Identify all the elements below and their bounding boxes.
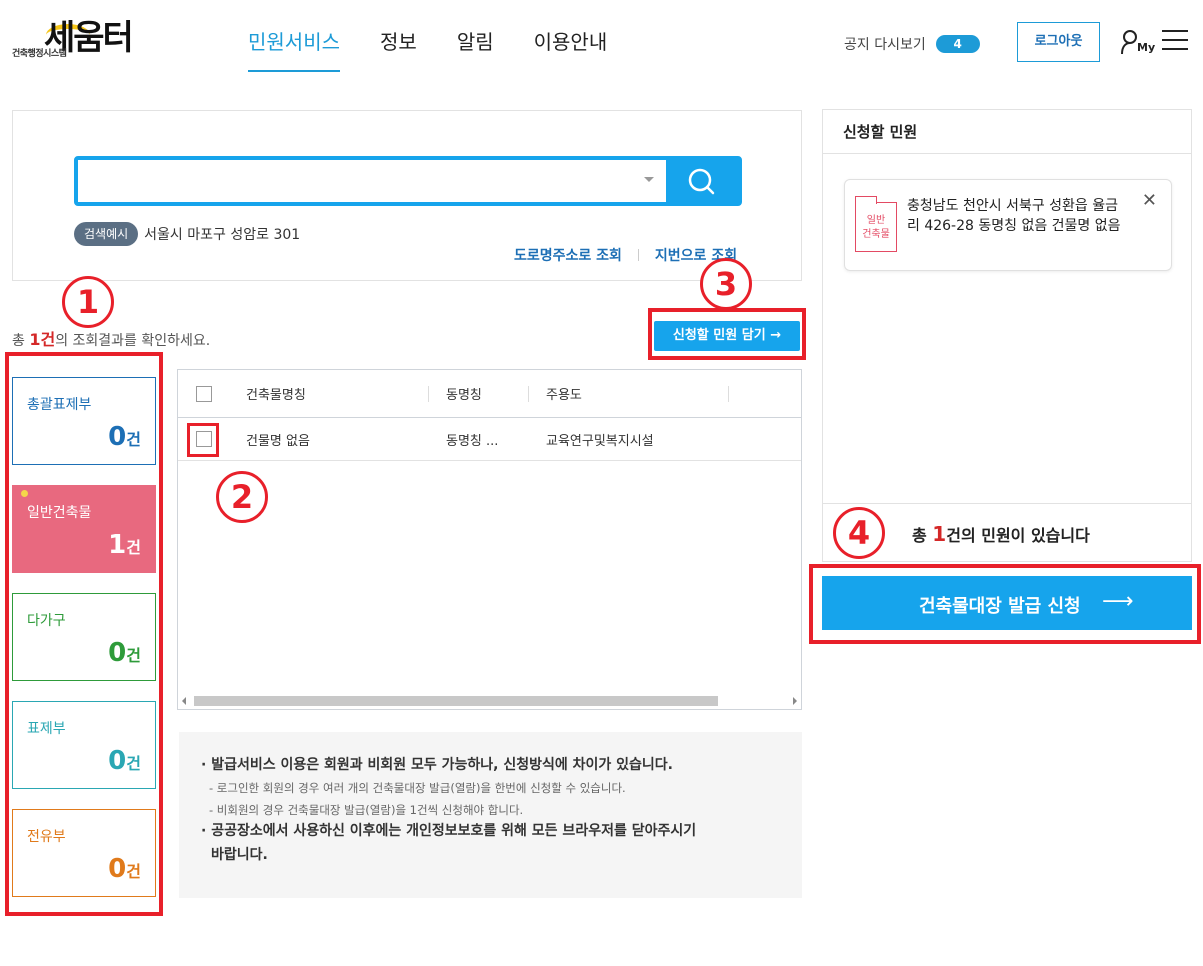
road-address-lookup-link[interactable]: 도로명주소로 조회 <box>514 245 622 265</box>
table-row[interactable]: 건물명 없음 동명칭 ... 교육연구및복지시설 <box>178 418 801 461</box>
apply-total-text: 총 1건의 민원이 있습니다 <box>912 522 1090 546</box>
annotation-number-2: 2 <box>216 471 268 523</box>
nav-info[interactable]: 정보 <box>380 26 417 72</box>
header-building-name: 건축물명칭 <box>246 388 306 403</box>
info-sub-1: - 로그인한 회원의 경우 여러 개의 건축물대장 발급(열람)을 한번에 신청… <box>209 781 626 795</box>
highlight-box-cart-button <box>648 308 806 360</box>
highlight-box-categories <box>5 352 163 916</box>
example-text: 서울시 마포구 성암로 301 <box>144 227 301 243</box>
close-icon[interactable]: ✕ <box>1142 190 1157 211</box>
result-number: 1건 <box>29 330 56 349</box>
request-item-address: 충청남도 천안시 서북구 성환읍 율금리 426-28 동명칭 없음 건물명 없… <box>907 198 1121 234</box>
nav-notice[interactable]: 알림 <box>457 26 494 72</box>
cell-building-name: 건물명 없음 <box>246 433 310 449</box>
logout-button[interactable]: 로그아웃 <box>1017 22 1100 62</box>
my-label: My <box>1137 41 1156 54</box>
select-all-checkbox[interactable] <box>196 385 212 402</box>
horizontal-scrollbar[interactable] <box>178 691 801 709</box>
result-count: 총 1건의 조회결과를 확인하세요. <box>12 326 210 350</box>
info-sub-2: - 비회원의 경우 건축물대장 발급(열람)을 1건씩 신청해야 합니다. <box>209 803 524 817</box>
apply-panel: 신청할 민원 일반 건축물 충청남도 천안시 서북구 성환읍 율금리 426-2… <box>822 109 1192 562</box>
hamburger-menu-icon[interactable] <box>1162 30 1188 52</box>
header-main-use: 주용도 <box>546 388 582 403</box>
search-icon <box>688 168 715 195</box>
cell-main-use: 교육연구및복지시설 <box>546 433 654 449</box>
search-bar <box>74 156 742 206</box>
apply-panel-title: 신청할 민원 <box>823 110 1191 154</box>
info-line-1: · 발급서비스 이용은 회원과 비회원 모두 가능하나, 신청방식에 차이가 있… <box>201 757 673 773</box>
request-item-card: 일반 건축물 충청남도 천안시 서북구 성환읍 율금리 426-28 동명칭 없… <box>844 179 1172 271</box>
divider <box>637 249 639 261</box>
header-dong-name: 동명칭 <box>446 388 482 403</box>
tag-line-1: 일반 <box>866 215 886 226</box>
notice-replay[interactable]: 공지 다시보기 4 <box>844 34 980 54</box>
search-example: 검색예시 서울시 마포구 성암로 301 <box>74 222 300 246</box>
result-prefix: 총 <box>12 333 30 349</box>
folder-tag-icon: 일반 건축물 <box>855 196 897 252</box>
lookup-links: 도로명주소로 조회 지번으로 조회 <box>514 245 737 265</box>
example-badge: 검색예시 <box>74 222 139 246</box>
nav-civil-service[interactable]: 민원서비스 <box>248 26 340 72</box>
dropdown-arrow-icon[interactable] <box>644 177 654 182</box>
info-line-2b: 바랍니다. <box>211 847 268 863</box>
notice-count-badge: 4 <box>935 35 980 53</box>
search-panel: 검색예시 서울시 마포구 성암로 301 도로명주소로 조회 지번으로 조회 <box>12 110 802 281</box>
annotation-number-3: 3 <box>700 258 752 310</box>
logo[interactable]: 세움터 건축행정시스템 <box>10 14 154 64</box>
highlight-box-issue-button <box>809 564 1201 644</box>
result-suffix: 의 조회결과를 확인하세요. <box>55 333 211 349</box>
results-table: 건축물명칭 동명칭 주용도 건물명 없음 동명칭 ... 교육연구및복지시설 <box>177 369 802 710</box>
highlight-box-checkbox <box>187 423 219 457</box>
tag-line-2: 건축물 <box>862 229 890 240</box>
info-notice-box: · 발급서비스 이용은 회원과 비회원 모두 가능하나, 신청방식에 차이가 있… <box>179 732 802 898</box>
search-button[interactable] <box>666 160 738 202</box>
info-line-2a: · 공공장소에서 사용하신 이후에는 개인정보보호를 위해 모든 브라우저를 닫… <box>201 823 697 839</box>
address-search-input[interactable] <box>78 160 668 202</box>
scrollbar-thumb[interactable] <box>194 696 718 706</box>
logo-subtitle: 건축행정시스템 <box>12 49 67 59</box>
scroll-left-icon[interactable] <box>182 697 186 705</box>
cell-dong-name: 동명칭 ... <box>446 433 499 449</box>
notice-label: 공지 다시보기 <box>844 37 926 53</box>
annotation-number-4: 4 <box>833 507 885 559</box>
main-nav: 민원서비스 정보 알림 이용안내 <box>248 26 647 72</box>
scroll-right-icon[interactable] <box>793 697 797 705</box>
nav-guide[interactable]: 이용안내 <box>534 26 608 72</box>
my-page-icon[interactable]: My <box>1120 28 1156 56</box>
table-header: 건축물명칭 동명칭 주용도 <box>178 370 801 418</box>
annotation-number-1: 1 <box>62 276 114 328</box>
